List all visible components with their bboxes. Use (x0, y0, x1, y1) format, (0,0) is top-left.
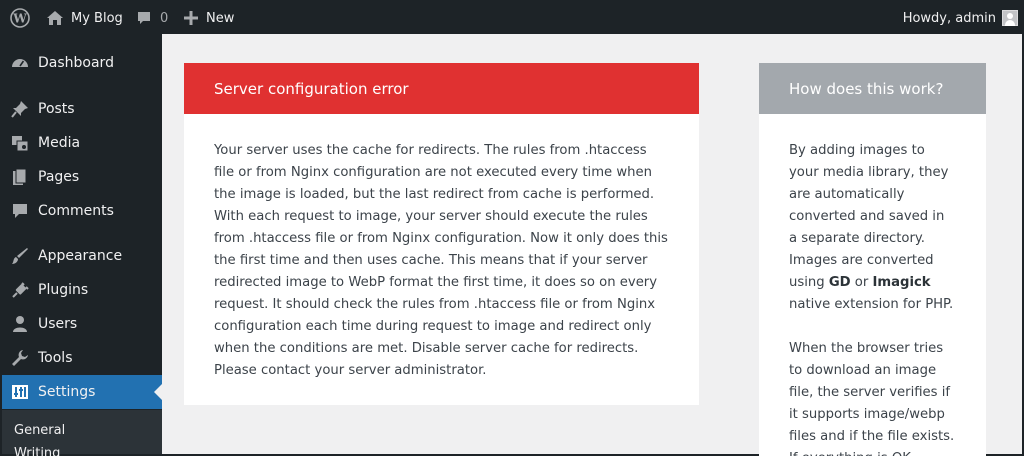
new-content-button[interactable]: New (184, 2, 234, 34)
pages-icon (2, 168, 38, 186)
sidebar-item-pages[interactable]: Pages (2, 160, 162, 194)
dashboard-icon (2, 54, 38, 72)
plug-icon (2, 281, 38, 299)
site-home-link[interactable]: My Blog (46, 2, 123, 34)
sidebar-item-comments[interactable]: Comments (2, 194, 162, 228)
howdy-text: Howdy, admin (902, 10, 996, 26)
server-error-box: Server configuration error Your server u… (184, 63, 699, 405)
how-it-works-box: How does this work? By adding images to … (759, 63, 986, 456)
sidebar-item-label: Pages (38, 169, 80, 185)
info-box-body: By adding images to your media library, … (759, 114, 986, 456)
media-icon (2, 134, 38, 152)
comments-link[interactable]: 0 (136, 2, 168, 34)
submenu-item-writing[interactable]: Writing (14, 446, 60, 456)
site-name: My Blog (71, 10, 123, 26)
sidebar-item-users[interactable]: Users (2, 307, 162, 341)
avatar (1002, 10, 1018, 26)
info-paragraph-2: When the browser tries to download an im… (789, 341, 955, 456)
sidebar-item-label: Media (38, 135, 81, 151)
sidebar-item-label: Dashboard (38, 55, 114, 71)
sidebar-item-appearance[interactable]: Appearance (2, 239, 162, 273)
info-text: or (850, 275, 873, 290)
comments-count: 0 (160, 10, 169, 26)
admin-sidebar: Dashboard Posts Media Pages Comments App… (2, 34, 163, 456)
settings-icon (2, 383, 38, 401)
sidebar-item-plugins[interactable]: Plugins (2, 273, 162, 307)
error-box-body: Your server uses the cache for redirects… (214, 143, 668, 378)
gd-label: GD (828, 275, 851, 290)
sidebar-item-posts[interactable]: Posts (2, 92, 162, 126)
wrench-icon (2, 349, 38, 367)
comment-icon (2, 202, 38, 220)
sidebar-item-label: Plugins (38, 282, 89, 298)
comment-bubble-icon (138, 12, 150, 24)
new-label: New (206, 10, 235, 26)
svg-text:W: W (12, 12, 27, 26)
sidebar-item-label: Posts (38, 101, 75, 117)
admin-bar: W My Blog 0 New Howdy, admin (2, 2, 1022, 34)
pin-icon (2, 100, 38, 118)
info-box-title: How does this work? (759, 63, 986, 114)
sidebar-item-dashboard[interactable]: Dashboard (2, 46, 162, 80)
home-icon (47, 11, 63, 25)
sidebar-item-label: Settings (38, 384, 96, 400)
brush-icon (2, 247, 38, 265)
users-icon (2, 315, 38, 333)
info-text: By adding images to your media library, … (789, 143, 949, 290)
error-box-title: Server configuration error (184, 63, 699, 114)
wordpress-logo-icon: W (10, 8, 30, 28)
info-paragraph-1: By adding images to your media library, … (789, 140, 956, 316)
sidebar-item-label: Appearance (38, 248, 123, 264)
sidebar-item-tools[interactable]: Tools (2, 341, 162, 375)
info-text: native extension for PHP. (789, 297, 954, 312)
sidebar-item-settings[interactable]: Settings (2, 375, 163, 409)
plus-icon (184, 11, 198, 25)
wordpress-logo-button[interactable]: W (10, 2, 30, 34)
account-menu[interactable]: Howdy, admin (903, 2, 1018, 34)
sidebar-item-label: Comments (38, 203, 114, 219)
sidebar-item-label: Tools (38, 350, 73, 366)
imagick-label: Imagick (872, 275, 931, 290)
sidebar-item-media[interactable]: Media (2, 126, 162, 160)
sidebar-item-label: Users (38, 316, 78, 332)
submenu-item-general[interactable]: General (14, 423, 65, 438)
settings-submenu: General Writing (2, 410, 162, 456)
